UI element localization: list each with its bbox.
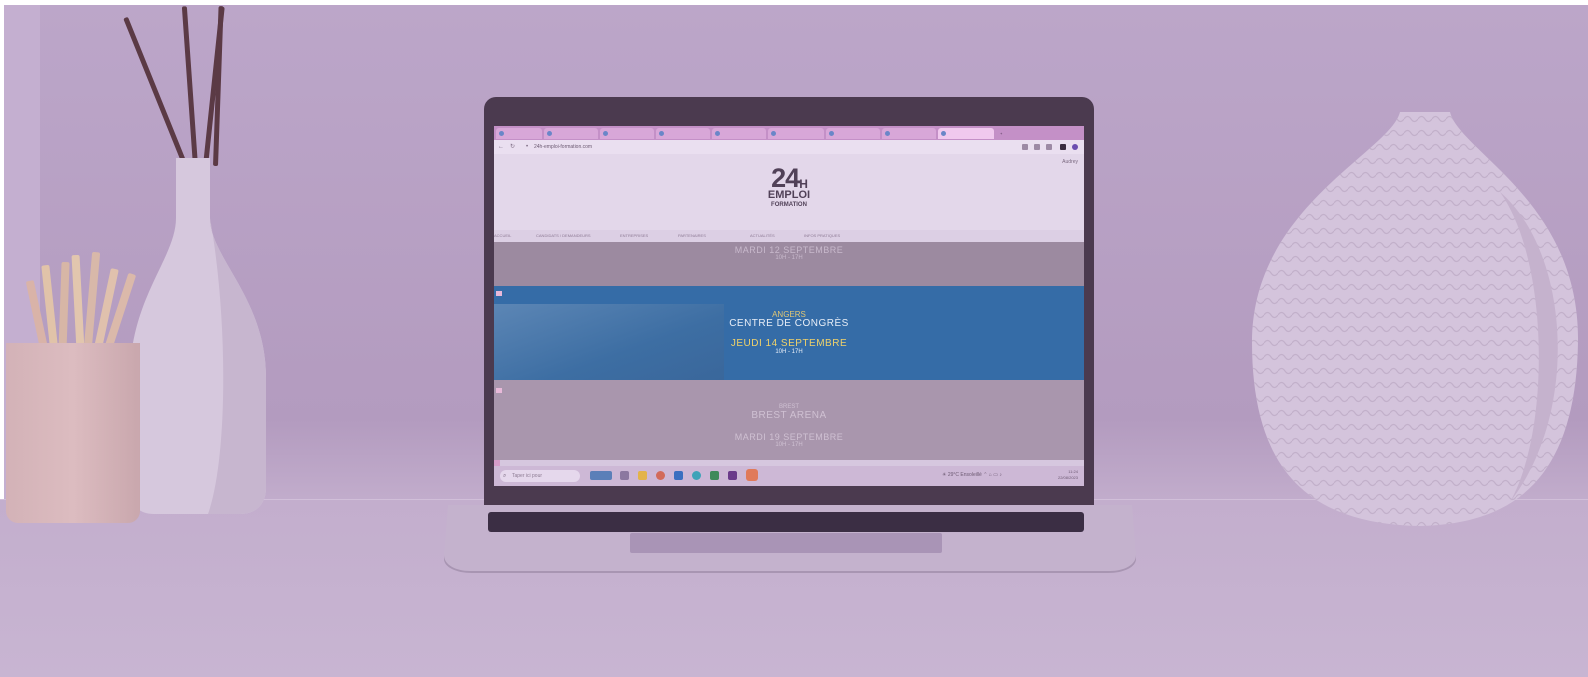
file-explorer-icon[interactable] [638, 471, 647, 480]
nav-item-accueil[interactable]: ACCUEIL [494, 233, 511, 238]
task-view-icon[interactable] [620, 471, 629, 480]
logo-formation: FORMATION [771, 202, 807, 208]
top-border [0, 0, 1588, 5]
colored-pencil [71, 254, 85, 351]
logo-emploi: EMPLOI [767, 189, 811, 201]
branch-stick [123, 16, 188, 167]
browser-tab-bar: + [494, 126, 1084, 140]
nav-item-candidats[interactable]: CANDIDATS / DEMANDEURS [536, 233, 591, 238]
nav-item-infos[interactable]: INFOS PRATIQUES [804, 233, 840, 238]
widgets-icon[interactable] [590, 471, 612, 480]
browser-tab[interactable] [882, 128, 936, 139]
user-name[interactable]: Audrey [1062, 159, 1078, 165]
event-hours: 10H - 17H [775, 349, 803, 355]
extension-icon[interactable] [1022, 144, 1028, 150]
taskbar-clock[interactable]: 11:24 22/08/2023 [1058, 469, 1078, 481]
event-date: MARDI 19 SEPTEMBRE [734, 432, 844, 442]
laptop-touchpad [630, 533, 942, 553]
event-banner[interactable]: BREST BREST ARENA MARDI 19 SEPTEMBRE 10H… [494, 380, 1084, 460]
reload-icon[interactable]: ↻ [510, 143, 515, 151]
tab-favicon-icon [771, 131, 776, 136]
event-date: JEUDI 14 SEPTEMBRE [730, 338, 848, 349]
event-date: MARDI 12 SEPTEMBRE [734, 245, 844, 255]
bookmark-star-icon[interactable] [1046, 144, 1052, 150]
browser-tab[interactable] [600, 128, 654, 139]
app-icon[interactable] [728, 471, 737, 480]
browser-tab[interactable] [768, 128, 824, 139]
sidebar-icon[interactable] [1060, 144, 1066, 150]
browser-tab[interactable] [496, 128, 542, 139]
event-tag[interactable] [496, 291, 502, 296]
lock-icon: • [526, 144, 529, 150]
event-banner[interactable]: MARDI 12 SEPTEMBRE 10H - 17H [494, 242, 1084, 286]
highlighted-app-icon[interactable] [746, 469, 758, 481]
tab-favicon-icon [603, 131, 608, 136]
laptop-keyboard [488, 512, 1084, 532]
back-arrow-icon[interactable]: ← [498, 143, 504, 151]
branch-stick [181, 6, 198, 167]
excel-icon[interactable] [710, 471, 719, 480]
event-hours: 10H - 17H [775, 255, 803, 261]
browser-tab[interactable] [656, 128, 710, 139]
tab-favicon-icon [885, 131, 890, 136]
nav-item-actualites[interactable]: ACTUALITÉS [750, 233, 775, 238]
laptop-screen: + ← ↻ • 24h-emploi-formation.com Audrey … [494, 126, 1084, 486]
tab-favicon-icon [499, 131, 504, 136]
outlook-icon[interactable] [674, 471, 683, 480]
profile-avatar-icon[interactable] [1072, 144, 1078, 150]
event-tag[interactable] [496, 388, 502, 393]
event-venue: CENTRE DE CONGRÈS [729, 318, 849, 329]
tab-favicon-icon [547, 131, 552, 136]
url-field[interactable]: 24h-emploi-formation.com [534, 144, 592, 150]
tab-favicon-icon [941, 131, 946, 136]
logo-number: 24H [771, 163, 808, 193]
wooden-pencil-cup [6, 343, 140, 523]
new-tab-button[interactable]: + [998, 128, 1008, 139]
white-bottle-vase [128, 158, 268, 514]
round-textured-vase [1250, 112, 1580, 527]
weather-tray[interactable]: ☀ 29°C Ensoleillé ⌃ ⌂ ▭ ♪ [942, 472, 1002, 478]
chrome-icon[interactable] [656, 471, 665, 480]
event-hours: 10H - 17H [775, 442, 803, 448]
nav-item-entreprises[interactable]: ENTREPRISES [620, 233, 648, 238]
browser-tab[interactable] [826, 128, 880, 139]
tab-favicon-icon [659, 131, 664, 136]
event-venue: BREST ARENA [751, 410, 827, 421]
browser-tab-active[interactable] [938, 128, 994, 139]
tab-favicon-icon [715, 131, 720, 136]
site-header: Audrey 24H EMPLOI FORMATION [494, 154, 1084, 230]
event-banner-featured[interactable]: ANGERS CENTRE DE CONGRÈS JEUDI 14 SEPTEM… [494, 286, 1084, 380]
site-logo[interactable]: 24H EMPLOI FORMATION [759, 163, 819, 209]
desk-scene-photo: + ← ↻ • 24h-emploi-formation.com Audrey … [0, 0, 1588, 677]
windows-taskbar: ⌕ Taper ici pour ☀ 29°C Ensoleillé ⌃ ⌂ ▭… [494, 466, 1084, 486]
nav-item-partenaires[interactable]: PARTENAIRES [678, 233, 706, 238]
tab-favicon-icon [829, 131, 834, 136]
browser-tab[interactable] [712, 128, 766, 139]
search-icon: ⌕ [503, 473, 507, 479]
site-nav: ACCUEIL CANDIDATS / DEMANDEURS ENTREPRIS… [494, 230, 1084, 242]
share-icon[interactable] [1034, 144, 1040, 150]
edge-icon[interactable] [692, 471, 701, 480]
colored-pencil [58, 261, 70, 353]
browser-address-bar: ← ↻ • 24h-emploi-formation.com [494, 140, 1084, 154]
taskbar-search-input[interactable]: ⌕ Taper ici pour [500, 470, 580, 482]
browser-tab[interactable] [544, 128, 598, 139]
